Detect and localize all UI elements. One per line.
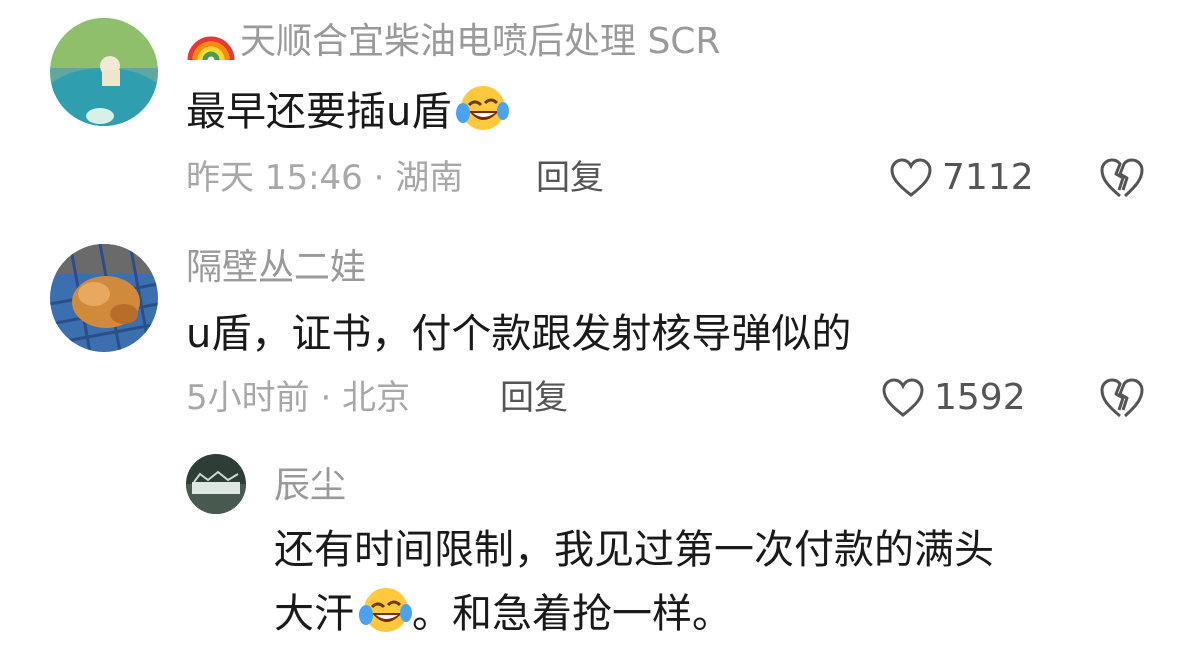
username[interactable]: 辰尘 — [274, 464, 346, 508]
avatar[interactable] — [50, 244, 158, 352]
like-button[interactable]: 7112 — [888, 156, 1034, 200]
comment-text-content: 最早还要插u盾 — [186, 89, 452, 135]
reply-text-line2: 大汗 。和急着抢一样。 — [274, 584, 732, 652]
reply-text-part-b: 。和急着抢一样。 — [412, 591, 732, 637]
reply-text-part-a: 大汗 — [274, 591, 354, 637]
reply-button[interactable]: 回复 — [536, 156, 604, 200]
heart-outline-icon — [890, 158, 932, 197]
laughing-tears-emoji-icon — [455, 83, 510, 150]
like-count: 7112 — [942, 157, 1034, 198]
like-button[interactable]: 1592 — [880, 376, 1026, 420]
comment-text: 最早还要插u盾 — [186, 82, 510, 150]
avatar[interactable] — [186, 454, 246, 514]
comment-meta: 昨天 15:46 · 湖南 — [186, 158, 464, 198]
username[interactable]: 隔壁丛二娃 — [186, 246, 366, 290]
dislike-button[interactable] — [1098, 376, 1146, 424]
rainbow-icon — [186, 20, 236, 64]
username-label: 天顺合宜柴油电喷后处理 SCR — [240, 21, 721, 62]
comment-meta: 5小时前 · 北京 — [186, 378, 411, 418]
comment-item: 隔壁丛二娃 u盾，证书，付个款跟发射核导弹似的 5小时前 · 北京 回复 159… — [0, 220, 1200, 440]
broken-heart-icon — [1100, 378, 1144, 418]
username[interactable]: 天顺合宜柴油电喷后处理 SCR — [186, 20, 720, 64]
reply-item: 辰尘 还有时间限制，我见过第一次付款的满头 大汗 。和急着抢一样。 — [0, 440, 1200, 648]
broken-heart-icon — [1100, 158, 1144, 198]
reply-button[interactable]: 回复 — [500, 376, 568, 420]
like-count: 1592 — [934, 377, 1026, 418]
comment-item: 天顺合宜柴油电喷后处理 SCR 最早还要插u盾 昨天 15:46 · 湖南 回复… — [0, 0, 1200, 220]
avatar[interactable] — [50, 18, 158, 126]
dislike-button[interactable] — [1098, 156, 1146, 204]
reply-text-line1: 还有时间限制，我见过第一次付款的满头 — [274, 527, 994, 573]
comment-text: u盾，证书，付个款跟发射核导弹似的 — [186, 311, 852, 357]
heart-outline-icon — [882, 378, 924, 417]
laughing-tears-emoji-icon — [358, 585, 412, 652]
